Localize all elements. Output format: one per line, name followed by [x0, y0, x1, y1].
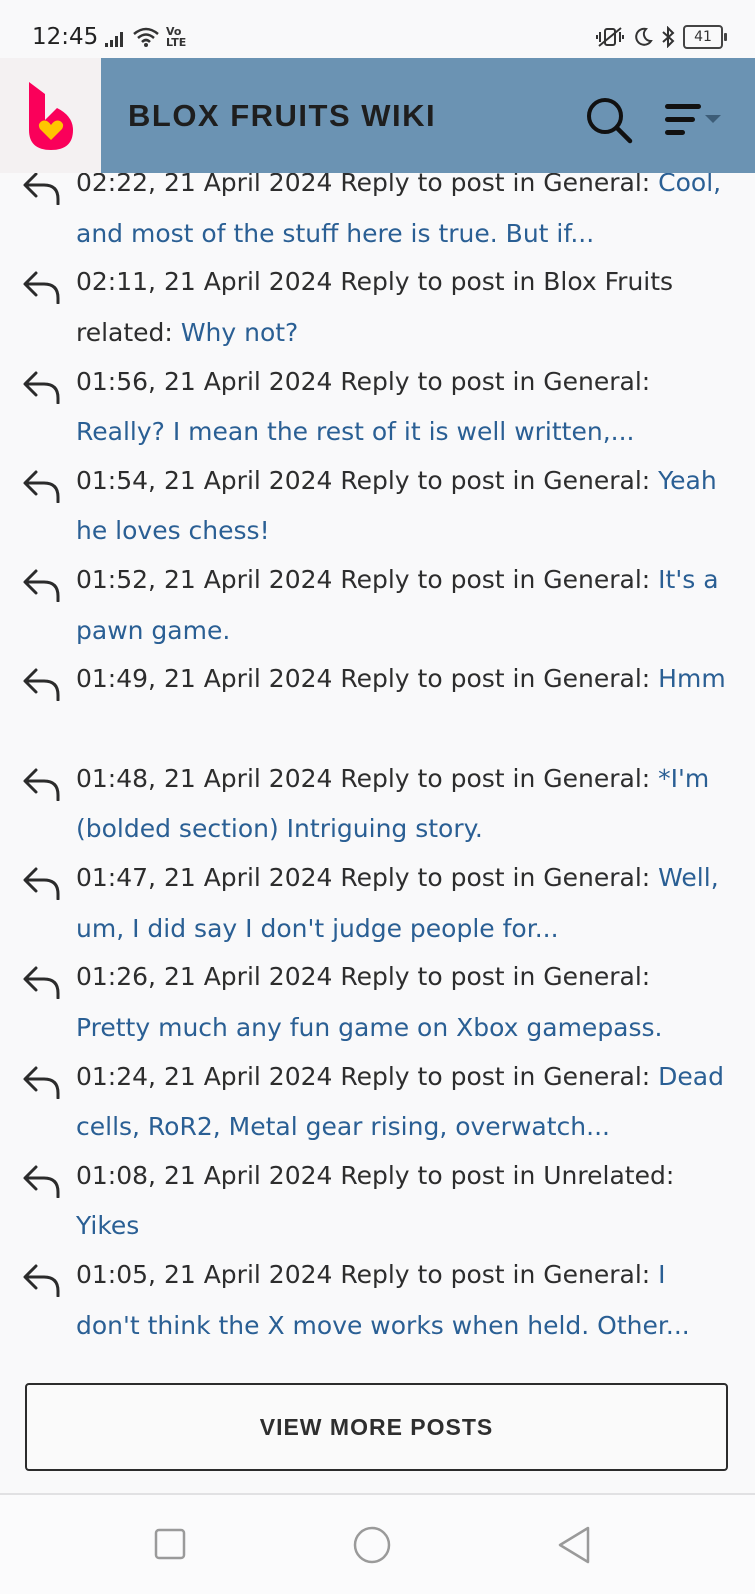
recents-button[interactable] — [154, 1528, 186, 1564]
post-meta: 01:08, 21 April 2024 Reply to post in Un… — [76, 1160, 675, 1190]
home-circle-icon — [353, 1526, 391, 1564]
post-text: 01:56, 21 April 2024 Reply to post in Ge… — [76, 357, 727, 458]
fandom-logo-icon — [28, 81, 73, 150]
reply-arrow-icon — [23, 768, 60, 802]
wiki-title[interactable]: BLOX FRUITS WIKI — [128, 98, 436, 134]
post-meta: 01:49, 21 April 2024 Reply to post in Ge… — [76, 664, 651, 694]
post-entry: 01:08, 21 April 2024 Reply to post in Un… — [0, 1151, 755, 1250]
back-button[interactable] — [556, 1525, 592, 1569]
reply-arrow-icon — [23, 1066, 60, 1100]
post-text: 01:48, 21 April 2024 Reply to post in Ge… — [76, 754, 727, 855]
reply-arrow-icon — [23, 172, 60, 206]
post-text: 01:08, 21 April 2024 Reply to post in Un… — [76, 1151, 727, 1252]
reply-icon — [22, 370, 62, 405]
post-text: 01:05, 21 April 2024 Reply to post in Ge… — [76, 1250, 727, 1351]
post-meta: 01:56, 21 April 2024 Reply to post in Ge… — [76, 366, 651, 396]
reply-arrow-icon — [23, 1165, 60, 1199]
moon-icon — [635, 27, 653, 46]
reply-arrow-icon — [23, 668, 60, 702]
reply-icon — [22, 1065, 62, 1100]
reply-icon — [22, 469, 62, 504]
reply-icon — [22, 270, 62, 305]
volte-icon: Vo LTE — [166, 25, 187, 49]
status-bar: 12:45 Vo LTE 41 — [0, 0, 755, 58]
home-button[interactable] — [352, 1525, 392, 1569]
menu-icon — [665, 104, 721, 135]
battery-icon: 41 — [683, 25, 727, 49]
post-meta: 01:54, 21 April 2024 Reply to post in Ge… — [76, 465, 651, 495]
post-text: 02:11, 21 April 2024 Reply to post in Bl… — [76, 257, 727, 358]
menu-button[interactable] — [665, 101, 735, 141]
recents-square-icon — [154, 1528, 186, 1560]
post-meta: 01:05, 21 April 2024 Reply to post in Ge… — [76, 1260, 651, 1290]
post-text: 02:22, 21 April 2024 Reply to post in Ge… — [76, 158, 727, 259]
signal-icon — [105, 32, 123, 47]
view-more-posts-button[interactable]: VIEW MORE POSTS — [25, 1383, 728, 1471]
bluetooth-icon — [662, 26, 675, 48]
reply-icon — [22, 965, 62, 1000]
reply-icon — [22, 1263, 62, 1298]
post-text: 01:49, 21 April 2024 Reply to post in Ge… — [76, 654, 727, 755]
reply-icon — [22, 171, 62, 206]
posts-feed: 02:22, 21 April 2024 Reply to post in Ge… — [0, 158, 755, 1373]
status-time: 12:45 — [32, 24, 99, 50]
post-entry: 01:47, 21 April 2024 Reply to post in Ge… — [0, 853, 755, 952]
post-entry: 01:49, 21 April 2024 Reply to post in Ge… — [0, 654, 755, 753]
post-entry: 02:11, 21 April 2024 Reply to post in Bl… — [0, 257, 755, 356]
post-text: 01:52, 21 April 2024 Reply to post in Ge… — [76, 555, 727, 656]
post-meta: 01:24, 21 April 2024 Reply to post in Ge… — [76, 1061, 651, 1091]
posts-list: 02:22, 21 April 2024 Reply to post in Ge… — [0, 158, 755, 1350]
post-text: 01:26, 21 April 2024 Reply to post in Ge… — [76, 952, 727, 1053]
post-meta: 01:26, 21 April 2024 Reply to post in Ge… — [76, 962, 651, 992]
vibrate-icon — [596, 27, 624, 47]
post-entry: 01:48, 21 April 2024 Reply to post in Ge… — [0, 754, 755, 853]
post-text: 01:24, 21 April 2024 Reply to post in Ge… — [76, 1052, 727, 1153]
post-entry: 01:26, 21 April 2024 Reply to post in Ge… — [0, 952, 755, 1051]
reply-icon — [22, 1164, 62, 1199]
post-link[interactable]: Yikes — [76, 1211, 139, 1240]
reply-icon — [22, 767, 62, 802]
reply-arrow-icon — [23, 470, 60, 504]
post-entry: 01:54, 21 April 2024 Reply to post in Ge… — [0, 456, 755, 555]
post-entry: 01:05, 21 April 2024 Reply to post in Ge… — [0, 1250, 755, 1349]
reply-arrow-icon — [23, 569, 60, 603]
reply-icon — [22, 866, 62, 901]
search-button[interactable] — [584, 95, 634, 145]
wifi-icon — [133, 27, 159, 47]
post-meta: 01:48, 21 April 2024 Reply to post in Ge… — [76, 763, 651, 793]
fandom-logo-button[interactable] — [0, 58, 101, 173]
reply-arrow-icon — [23, 371, 60, 405]
post-text: 01:47, 21 April 2024 Reply to post in Ge… — [76, 853, 727, 954]
post-meta: 01:52, 21 April 2024 Reply to post in Ge… — [76, 565, 651, 595]
system-nav-bar — [0, 1495, 755, 1594]
post-link[interactable]: Hmm — [658, 664, 726, 693]
reply-arrow-icon — [23, 867, 60, 901]
post-link[interactable]: Why not? — [181, 318, 299, 347]
reply-arrow-icon — [23, 271, 60, 305]
reply-arrow-icon — [23, 966, 60, 1000]
site-header: BLOX FRUITS WIKI — [0, 58, 755, 173]
reply-icon — [22, 667, 62, 702]
post-meta: 02:11, 21 April 2024 Reply to post in Bl… — [76, 267, 674, 347]
post-entry: 01:52, 21 April 2024 Reply to post in Ge… — [0, 555, 755, 654]
post-link[interactable]: Really? I mean the rest of it is well wr… — [76, 417, 634, 446]
post-entry: 01:56, 21 April 2024 Reply to post in Ge… — [0, 357, 755, 456]
post-meta: 01:47, 21 April 2024 Reply to post in Ge… — [76, 863, 651, 893]
post-entry: 01:24, 21 April 2024 Reply to post in Ge… — [0, 1052, 755, 1151]
reply-arrow-icon — [23, 1264, 60, 1298]
reply-icon — [22, 568, 62, 603]
back-triangle-icon — [558, 1526, 590, 1564]
search-icon — [587, 98, 633, 144]
post-link[interactable]: Pretty much any fun game on Xbox gamepas… — [76, 1013, 663, 1042]
post-text: 01:54, 21 April 2024 Reply to post in Ge… — [76, 456, 727, 557]
